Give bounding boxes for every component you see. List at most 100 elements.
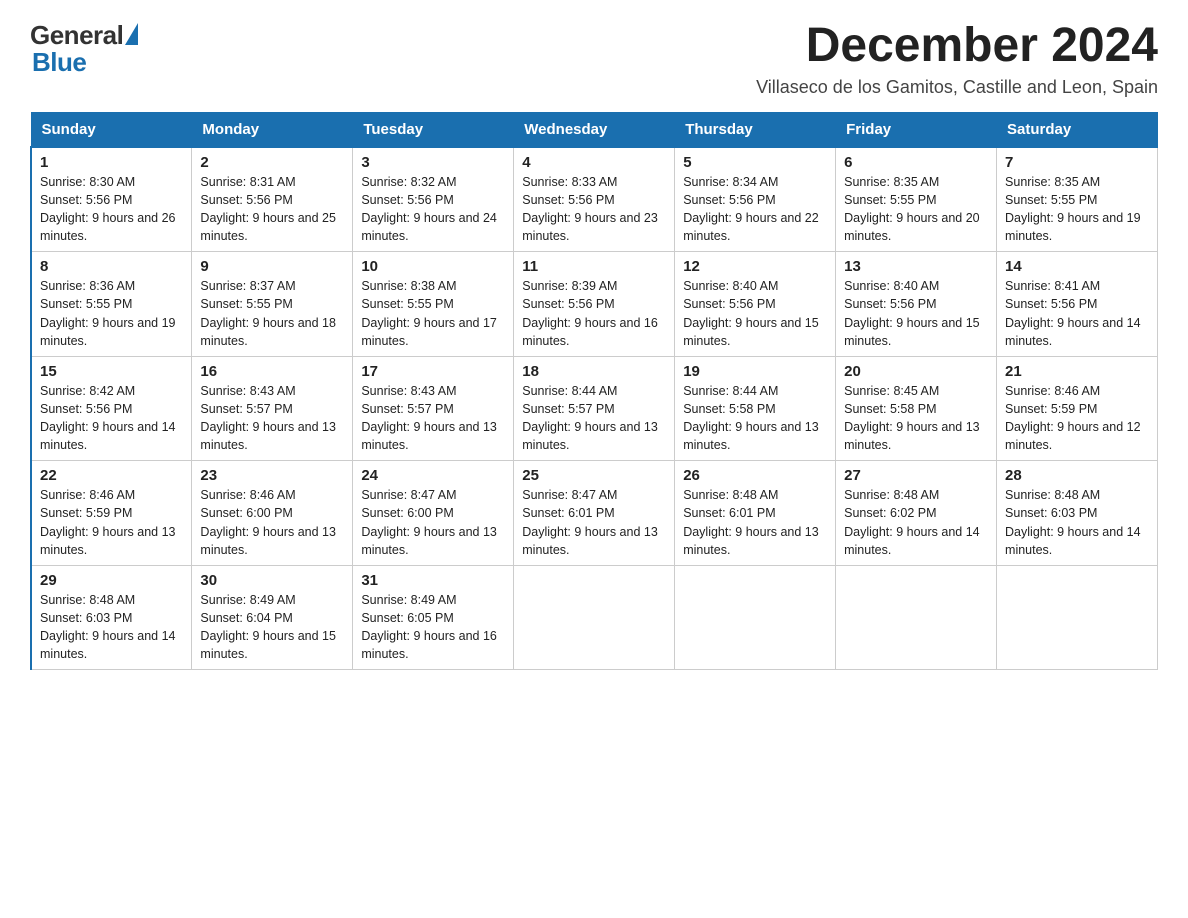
day-info: Sunrise: 8:49 AMSunset: 6:04 PMDaylight:… — [200, 591, 344, 664]
calendar-cell: 1 Sunrise: 8:30 AMSunset: 5:56 PMDaylight… — [31, 147, 192, 252]
calendar-cell: 14 Sunrise: 8:41 AMSunset: 5:56 PMDayligh… — [997, 252, 1158, 357]
day-number: 27 — [844, 467, 988, 484]
month-title: December 2024 — [756, 20, 1158, 73]
calendar-week-2: 8 Sunrise: 8:36 AMSunset: 5:55 PMDaylight… — [31, 252, 1158, 357]
logo-arrow-icon — [125, 23, 138, 45]
day-info: Sunrise: 8:31 AMSunset: 5:56 PMDaylight:… — [200, 173, 344, 246]
day-info: Sunrise: 8:48 AMSunset: 6:03 PMDaylight:… — [1005, 486, 1149, 559]
calendar-week-3: 15Sunrise: 8:42 AMSunset: 5:56 PMDayligh… — [31, 356, 1158, 461]
calendar-cell: 6 Sunrise: 8:35 AMSunset: 5:55 PMDaylight… — [836, 147, 997, 252]
day-number: 18 — [522, 363, 666, 380]
day-number: 19 — [683, 363, 827, 380]
day-number: 8 — [40, 258, 183, 275]
header-wednesday: Wednesday — [514, 112, 675, 147]
day-number: 31 — [361, 572, 505, 589]
header-monday: Monday — [192, 112, 353, 147]
day-info: Sunrise: 8:46 AMSunset: 5:59 PMDaylight:… — [40, 486, 183, 559]
calendar-cell: 12 Sunrise: 8:40 AMSunset: 5:56 PMDayligh… — [675, 252, 836, 357]
day-number: 1 — [40, 154, 183, 171]
day-number: 15 — [40, 363, 183, 380]
day-number: 2 — [200, 154, 344, 171]
day-info: Sunrise: 8:40 AMSunset: 5:56 PMDaylight:… — [844, 277, 988, 350]
calendar-cell: 19 Sunrise: 8:44 AMSunset: 5:58 PMDayligh… — [675, 356, 836, 461]
day-info: Sunrise: 8:33 AMSunset: 5:56 PMDaylight:… — [522, 173, 666, 246]
day-info: Sunrise: 8:39 AMSunset: 5:56 PMDaylight:… — [522, 277, 666, 350]
logo: General Blue — [30, 20, 138, 78]
calendar-cell — [675, 565, 836, 670]
day-number: 10 — [361, 258, 505, 275]
calendar-cell: 27 Sunrise: 8:48 AMSunset: 6:02 PMDayligh… — [836, 461, 997, 566]
day-number: 11 — [522, 258, 666, 275]
day-number: 14 — [1005, 258, 1149, 275]
day-info: Sunrise: 8:37 AMSunset: 5:55 PMDaylight:… — [200, 277, 344, 350]
calendar-cell: 22Sunrise: 8:46 AMSunset: 5:59 PMDayligh… — [31, 461, 192, 566]
day-info: Sunrise: 8:35 AMSunset: 5:55 PMDaylight:… — [844, 173, 988, 246]
calendar-cell: 23Sunrise: 8:46 AMSunset: 6:00 PMDayligh… — [192, 461, 353, 566]
calendar-week-1: 1 Sunrise: 8:30 AMSunset: 5:56 PMDaylight… — [31, 147, 1158, 252]
calendar-table: SundayMondayTuesdayWednesdayThursdayFrid… — [30, 112, 1158, 671]
day-info: Sunrise: 8:48 AMSunset: 6:02 PMDaylight:… — [844, 486, 988, 559]
day-info: Sunrise: 8:41 AMSunset: 5:56 PMDaylight:… — [1005, 277, 1149, 350]
day-info: Sunrise: 8:48 AMSunset: 6:03 PMDaylight:… — [40, 591, 183, 664]
location-subtitle: Villaseco de los Gamitos, Castille and L… — [756, 77, 1158, 98]
day-number: 5 — [683, 154, 827, 171]
day-info: Sunrise: 8:32 AMSunset: 5:56 PMDaylight:… — [361, 173, 505, 246]
day-info: Sunrise: 8:36 AMSunset: 5:55 PMDaylight:… — [40, 277, 183, 350]
day-info: Sunrise: 8:44 AMSunset: 5:57 PMDaylight:… — [522, 382, 666, 455]
day-info: Sunrise: 8:46 AMSunset: 6:00 PMDaylight:… — [200, 486, 344, 559]
day-info: Sunrise: 8:43 AMSunset: 5:57 PMDaylight:… — [200, 382, 344, 455]
calendar-cell: 29Sunrise: 8:48 AMSunset: 6:03 PMDayligh… — [31, 565, 192, 670]
calendar-cell: 16 Sunrise: 8:43 AMSunset: 5:57 PMDayligh… — [192, 356, 353, 461]
calendar-cell: 18 Sunrise: 8:44 AMSunset: 5:57 PMDayligh… — [514, 356, 675, 461]
calendar-cell: 4Sunrise: 8:33 AMSunset: 5:56 PMDaylight… — [514, 147, 675, 252]
day-number: 9 — [200, 258, 344, 275]
logo-blue: Blue — [30, 47, 138, 78]
day-info: Sunrise: 8:45 AMSunset: 5:58 PMDaylight:… — [844, 382, 988, 455]
calendar-cell: 24Sunrise: 8:47 AMSunset: 6:00 PMDayligh… — [353, 461, 514, 566]
calendar-header-row: SundayMondayTuesdayWednesdayThursdayFrid… — [31, 112, 1158, 147]
calendar-cell: 31 Sunrise: 8:49 AMSunset: 6:05 PMDayligh… — [353, 565, 514, 670]
day-info: Sunrise: 8:46 AMSunset: 5:59 PMDaylight:… — [1005, 382, 1149, 455]
calendar-cell: 10 Sunrise: 8:38 AMSunset: 5:55 PMDayligh… — [353, 252, 514, 357]
day-number: 28 — [1005, 467, 1149, 484]
header-sunday: Sunday — [31, 112, 192, 147]
day-info: Sunrise: 8:47 AMSunset: 6:00 PMDaylight:… — [361, 486, 505, 559]
header: General Blue December 2024 Villaseco de … — [30, 20, 1158, 98]
calendar-week-5: 29Sunrise: 8:48 AMSunset: 6:03 PMDayligh… — [31, 565, 1158, 670]
day-number: 12 — [683, 258, 827, 275]
day-info: Sunrise: 8:30 AMSunset: 5:56 PMDaylight:… — [40, 173, 183, 246]
calendar-cell: 9 Sunrise: 8:37 AMSunset: 5:55 PMDaylight… — [192, 252, 353, 357]
calendar-week-4: 22Sunrise: 8:46 AMSunset: 5:59 PMDayligh… — [31, 461, 1158, 566]
day-info: Sunrise: 8:43 AMSunset: 5:57 PMDaylight:… — [361, 382, 505, 455]
calendar-cell: 3Sunrise: 8:32 AMSunset: 5:56 PMDaylight… — [353, 147, 514, 252]
day-number: 30 — [200, 572, 344, 589]
day-number: 21 — [1005, 363, 1149, 380]
calendar-cell: 2 Sunrise: 8:31 AMSunset: 5:56 PMDaylight… — [192, 147, 353, 252]
calendar-cell: 25 Sunrise: 8:47 AMSunset: 6:01 PMDayligh… — [514, 461, 675, 566]
day-info: Sunrise: 8:34 AMSunset: 5:56 PMDaylight:… — [683, 173, 827, 246]
day-info: Sunrise: 8:47 AMSunset: 6:01 PMDaylight:… — [522, 486, 666, 559]
calendar-cell: 15Sunrise: 8:42 AMSunset: 5:56 PMDayligh… — [31, 356, 192, 461]
day-number: 7 — [1005, 154, 1149, 171]
day-number: 6 — [844, 154, 988, 171]
day-number: 25 — [522, 467, 666, 484]
day-info: Sunrise: 8:49 AMSunset: 6:05 PMDaylight:… — [361, 591, 505, 664]
day-info: Sunrise: 8:40 AMSunset: 5:56 PMDaylight:… — [683, 277, 827, 350]
day-number: 26 — [683, 467, 827, 484]
day-info: Sunrise: 8:44 AMSunset: 5:58 PMDaylight:… — [683, 382, 827, 455]
calendar-cell: 13 Sunrise: 8:40 AMSunset: 5:56 PMDayligh… — [836, 252, 997, 357]
calendar-cell: 7 Sunrise: 8:35 AMSunset: 5:55 PMDaylight… — [997, 147, 1158, 252]
calendar-cell: 26 Sunrise: 8:48 AMSunset: 6:01 PMDayligh… — [675, 461, 836, 566]
header-thursday: Thursday — [675, 112, 836, 147]
day-number: 17 — [361, 363, 505, 380]
header-friday: Friday — [836, 112, 997, 147]
calendar-cell: 28 Sunrise: 8:48 AMSunset: 6:03 PMDayligh… — [997, 461, 1158, 566]
calendar-cell: 5 Sunrise: 8:34 AMSunset: 5:56 PMDaylight… — [675, 147, 836, 252]
day-number: 13 — [844, 258, 988, 275]
day-info: Sunrise: 8:38 AMSunset: 5:55 PMDaylight:… — [361, 277, 505, 350]
day-info: Sunrise: 8:35 AMSunset: 5:55 PMDaylight:… — [1005, 173, 1149, 246]
calendar-cell: 8 Sunrise: 8:36 AMSunset: 5:55 PMDaylight… — [31, 252, 192, 357]
day-number: 16 — [200, 363, 344, 380]
calendar-cell — [997, 565, 1158, 670]
day-info: Sunrise: 8:48 AMSunset: 6:01 PMDaylight:… — [683, 486, 827, 559]
